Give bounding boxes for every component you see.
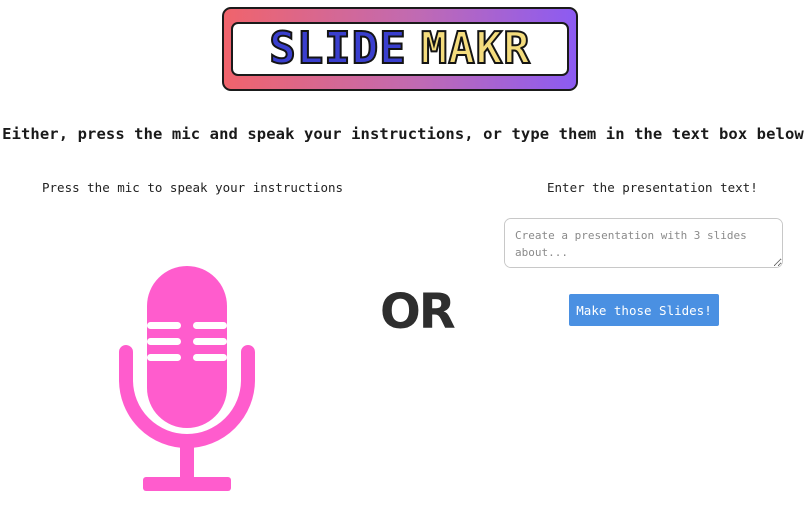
- presentation-text-label: Enter the presentation text!: [547, 180, 758, 195]
- logo-word-makr: MAKR: [420, 23, 531, 74]
- mic-instructions-label: Press the mic to speak your instructions: [42, 180, 344, 195]
- app-logo: SLIDE MAKR: [222, 7, 578, 91]
- logo-word-slide: SLIDE: [268, 23, 407, 74]
- make-slides-button[interactable]: Make those Slides!: [569, 294, 719, 326]
- or-divider-text: OR: [380, 284, 456, 340]
- presentation-text-input[interactable]: [504, 218, 783, 268]
- mic-button[interactable]: [118, 262, 256, 498]
- microphone-icon: [119, 266, 255, 491]
- page-instructions-heading: Either, press the mic and speak your ins…: [2, 125, 804, 143]
- app-logo-inner: SLIDE MAKR: [231, 22, 569, 76]
